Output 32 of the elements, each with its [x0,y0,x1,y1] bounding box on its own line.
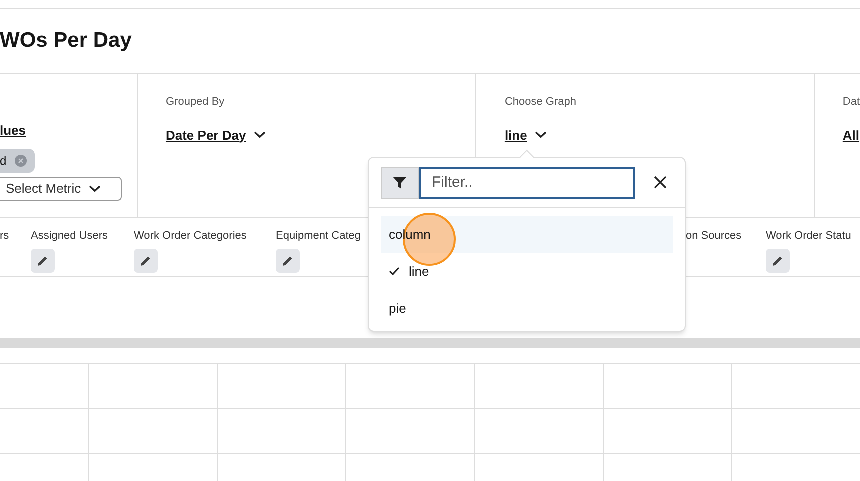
pencil-icon [140,254,152,266]
select-metric-dropdown[interactable]: Select Metric [0,176,122,200]
check-icon [389,267,400,276]
page-title: WOs Per Day [0,28,132,54]
edit-button[interactable] [31,248,55,272]
chevron-down-icon [535,131,548,140]
filter-label: Equipment Categ [276,229,361,244]
filter-field[interactable]: Filter.. [419,166,635,198]
filter-label: Work Order Categories [134,229,247,244]
grouped-by-label: Grouped By [166,95,226,110]
filter-label: rs [0,229,10,244]
pencil-icon [772,254,784,266]
date-link[interactable]: All [842,126,860,145]
filter-button[interactable] [381,166,419,198]
edit-button[interactable] [134,248,158,272]
funnel-icon [393,176,407,188]
edit-button[interactable] [276,248,300,272]
close-icon [654,176,666,189]
edit-button[interactable] [766,248,790,272]
grouped-by-dropdown[interactable]: Date Per Day [166,126,266,145]
filter-label: Assigned Users [31,229,108,244]
graph-type-dropdown[interactable]: line [504,126,548,145]
filter-label: Work Order Statu [766,229,852,244]
tag-label: d [0,152,7,170]
filter-label: on Sources [686,229,742,244]
chevron-down-icon [89,184,102,192]
date-label: Dat [842,95,860,110]
choose-graph-label: Choose Graph [504,95,578,110]
chevron-down-icon [254,131,266,140]
metric-values-link[interactable]: lues [0,121,26,140]
pencil-icon [37,254,49,266]
pencil-icon [282,254,294,266]
